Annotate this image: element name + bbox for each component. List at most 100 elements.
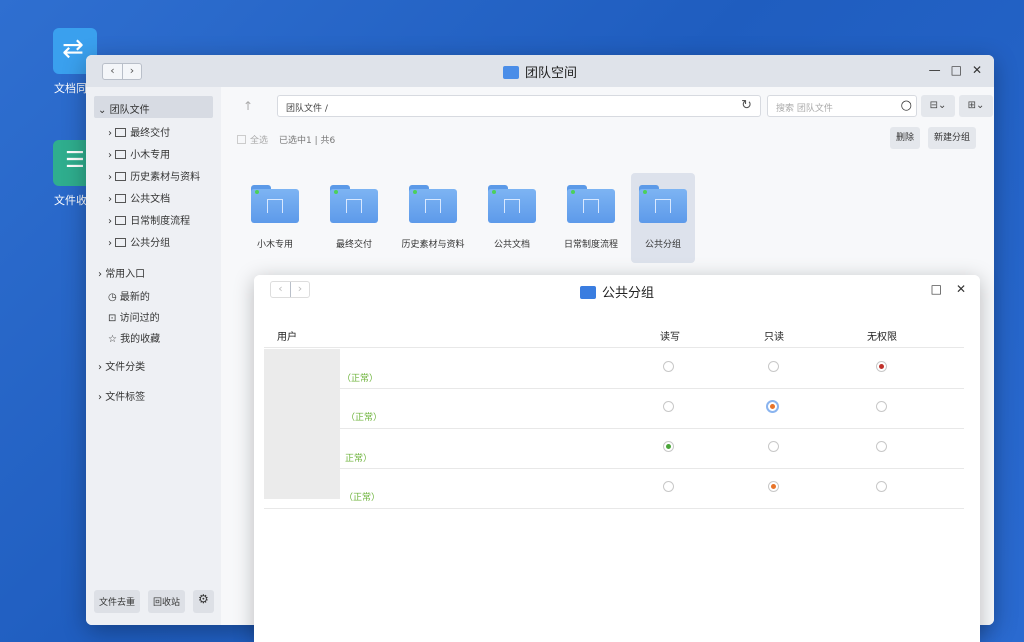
sidebar-folder-public-docs[interactable]: › 公共文档 bbox=[108, 190, 170, 205]
sidebar-folder-final[interactable]: › 最终交付 bbox=[108, 124, 170, 139]
maximize-icon[interactable]: □ bbox=[951, 63, 962, 77]
dialog-title-text: 公共分组 bbox=[601, 286, 654, 301]
team-folder-icon bbox=[409, 185, 457, 223]
team-folder-icon bbox=[330, 185, 378, 223]
sidebar-folder-daily[interactable]: › 日常制度流程 bbox=[108, 212, 190, 227]
folder-label: 公共分组 bbox=[644, 240, 681, 250]
sort-button[interactable]: ⊟⌄ bbox=[921, 95, 955, 117]
titlebar: ‹ › 团队空间 — □ ✕ bbox=[86, 55, 994, 87]
sidebar-item-label: 公共文档 bbox=[130, 194, 171, 205]
radio-read-write[interactable] bbox=[663, 361, 674, 372]
sidebar-file-tags[interactable]: › 文件标签 bbox=[98, 388, 145, 403]
sidebar-recent[interactable]: ◷ 最新的 bbox=[108, 288, 150, 303]
sidebar-item-label: 日常制度流程 bbox=[130, 216, 191, 227]
folder-item-selected[interactable]: 公共分组 bbox=[631, 173, 695, 263]
folder-label: 公共文档 bbox=[493, 240, 530, 250]
folder-item[interactable]: 公共文档 bbox=[473, 173, 551, 263]
search-input[interactable]: 搜索 团队文件 ○ bbox=[767, 95, 917, 117]
minimize-icon[interactable]: — bbox=[929, 63, 941, 77]
radio-read-only-selected[interactable] bbox=[768, 481, 779, 492]
sidebar: ⌄ 团队文件 › 最终交付 › 小木专用 › 历史素材与资料 › 公共文档 › … bbox=[86, 87, 221, 625]
dialog-title: 公共分组 bbox=[254, 282, 980, 301]
view-mode-button[interactable]: ⊞⌄ bbox=[959, 95, 993, 117]
chevron-right-icon: › bbox=[108, 216, 112, 227]
radio-read-only[interactable] bbox=[768, 361, 779, 372]
window-title: 团队空间 bbox=[86, 62, 994, 81]
sidebar-item-label: 访问过的 bbox=[119, 313, 160, 324]
sidebar-item-label: 我的收藏 bbox=[120, 334, 161, 345]
chevron-down-icon: ⌄ bbox=[98, 105, 107, 116]
search-icon[interactable]: ○ bbox=[901, 98, 912, 113]
sidebar-footer: 文件去重 回收站 ⚙ bbox=[94, 590, 214, 613]
sidebar-item-label: 历史素材与资料 bbox=[130, 172, 201, 183]
folder-label: 最终交付 bbox=[335, 240, 372, 250]
radio-read-write[interactable] bbox=[663, 401, 674, 412]
user-status: （正常） bbox=[346, 413, 383, 423]
divider bbox=[264, 347, 964, 348]
dialog-controls: □ ✕ bbox=[931, 282, 966, 296]
radio-no-access[interactable] bbox=[876, 401, 887, 412]
folder-item[interactable]: 历史素材与资料 bbox=[394, 173, 472, 263]
team-folder-icon bbox=[639, 185, 687, 223]
chevron-right-icon: › bbox=[108, 128, 112, 139]
folder-outline-icon bbox=[115, 128, 127, 137]
permission-dialog: ‹ › 公共分组 □ ✕ 用户 读写 只读 无权限 （正常） （正常） 正常） … bbox=[254, 275, 980, 642]
recycle-bin-button[interactable]: 回收站 bbox=[148, 590, 186, 613]
radio-read-write[interactable] bbox=[663, 481, 674, 492]
select-all[interactable]: 全选 bbox=[237, 133, 268, 146]
folder-label: 日常制度流程 bbox=[563, 240, 618, 250]
up-arrow-icon[interactable]: ↑ bbox=[243, 99, 253, 113]
sidebar-folder-history[interactable]: › 历史素材与资料 bbox=[108, 168, 200, 183]
delete-button[interactable]: 删除 bbox=[890, 127, 921, 149]
sidebar-item-label: 团队文件 bbox=[109, 105, 150, 116]
sidebar-file-category[interactable]: › 文件分类 bbox=[98, 358, 145, 373]
column-header-read-write: 读写 bbox=[660, 332, 680, 343]
sidebar-item-label: 小木专用 bbox=[130, 150, 171, 161]
folder-outline-icon bbox=[115, 150, 127, 159]
user-avatar-placeholder bbox=[264, 349, 340, 499]
radio-no-access[interactable] bbox=[876, 481, 887, 492]
user-status: 正常） bbox=[345, 454, 373, 464]
path-bar: ↑ 团队文件 / ↻ 搜索 团队文件 ○ ⊟⌄ ⊞⌄ bbox=[235, 95, 993, 119]
maximize-icon[interactable]: □ bbox=[931, 282, 942, 296]
new-group-button[interactable]: 新建分组 bbox=[928, 127, 977, 149]
sidebar-folder-xiaomu[interactable]: › 小木专用 bbox=[108, 146, 170, 161]
team-folder-icon bbox=[567, 185, 615, 223]
radio-read-write-selected[interactable] bbox=[663, 441, 674, 452]
sidebar-folder-public-group[interactable]: › 公共分组 bbox=[108, 234, 170, 249]
dedupe-button[interactable]: 文件去重 bbox=[94, 590, 141, 613]
radio-no-access[interactable] bbox=[876, 441, 887, 452]
refresh-icon[interactable]: ↻ bbox=[741, 98, 752, 113]
folder-outline-icon bbox=[115, 238, 127, 247]
selection-info: 已选中1 | 共6 bbox=[279, 136, 336, 146]
sidebar-visited[interactable]: ⊡ 访问过的 bbox=[108, 309, 160, 324]
history-icon: ⊡ bbox=[108, 313, 117, 324]
window-controls: — □ ✕ bbox=[929, 63, 982, 77]
folder-outline-icon bbox=[115, 194, 127, 203]
team-folder-icon bbox=[251, 185, 299, 223]
sidebar-item-label: 文件标签 bbox=[105, 392, 146, 403]
folder-item[interactable]: 最终交付 bbox=[315, 173, 393, 263]
column-header-user: 用户 bbox=[277, 332, 297, 343]
path-input[interactable]: 团队文件 / ↻ bbox=[277, 95, 761, 117]
sidebar-item-team-files[interactable]: ⌄ 团队文件 bbox=[94, 96, 213, 118]
sidebar-item-label: 最新的 bbox=[119, 292, 150, 303]
sidebar-common-entry[interactable]: › 常用入口 bbox=[98, 265, 145, 280]
folder-item[interactable]: 小木专用 bbox=[236, 173, 314, 263]
chevron-right-icon: › bbox=[108, 172, 112, 183]
clock-icon: ◷ bbox=[108, 292, 117, 303]
radio-read-only[interactable] bbox=[768, 441, 779, 452]
table-row bbox=[264, 389, 964, 429]
close-icon[interactable]: ✕ bbox=[956, 282, 966, 296]
folder-outline-icon bbox=[115, 216, 127, 225]
radio-no-access-selected[interactable] bbox=[876, 361, 887, 372]
team-folder-icon bbox=[488, 185, 536, 223]
window-title-text: 团队空间 bbox=[524, 66, 577, 81]
close-icon[interactable]: ✕ bbox=[972, 63, 982, 77]
gear-icon[interactable]: ⚙ bbox=[193, 590, 214, 613]
radio-read-only-selected[interactable] bbox=[766, 400, 779, 413]
sidebar-favorites[interactable]: ☆ 我的收藏 bbox=[108, 330, 160, 345]
column-header-read-only: 只读 bbox=[764, 332, 784, 343]
user-status: （正常） bbox=[342, 374, 379, 384]
folder-item[interactable]: 日常制度流程 bbox=[552, 173, 630, 263]
